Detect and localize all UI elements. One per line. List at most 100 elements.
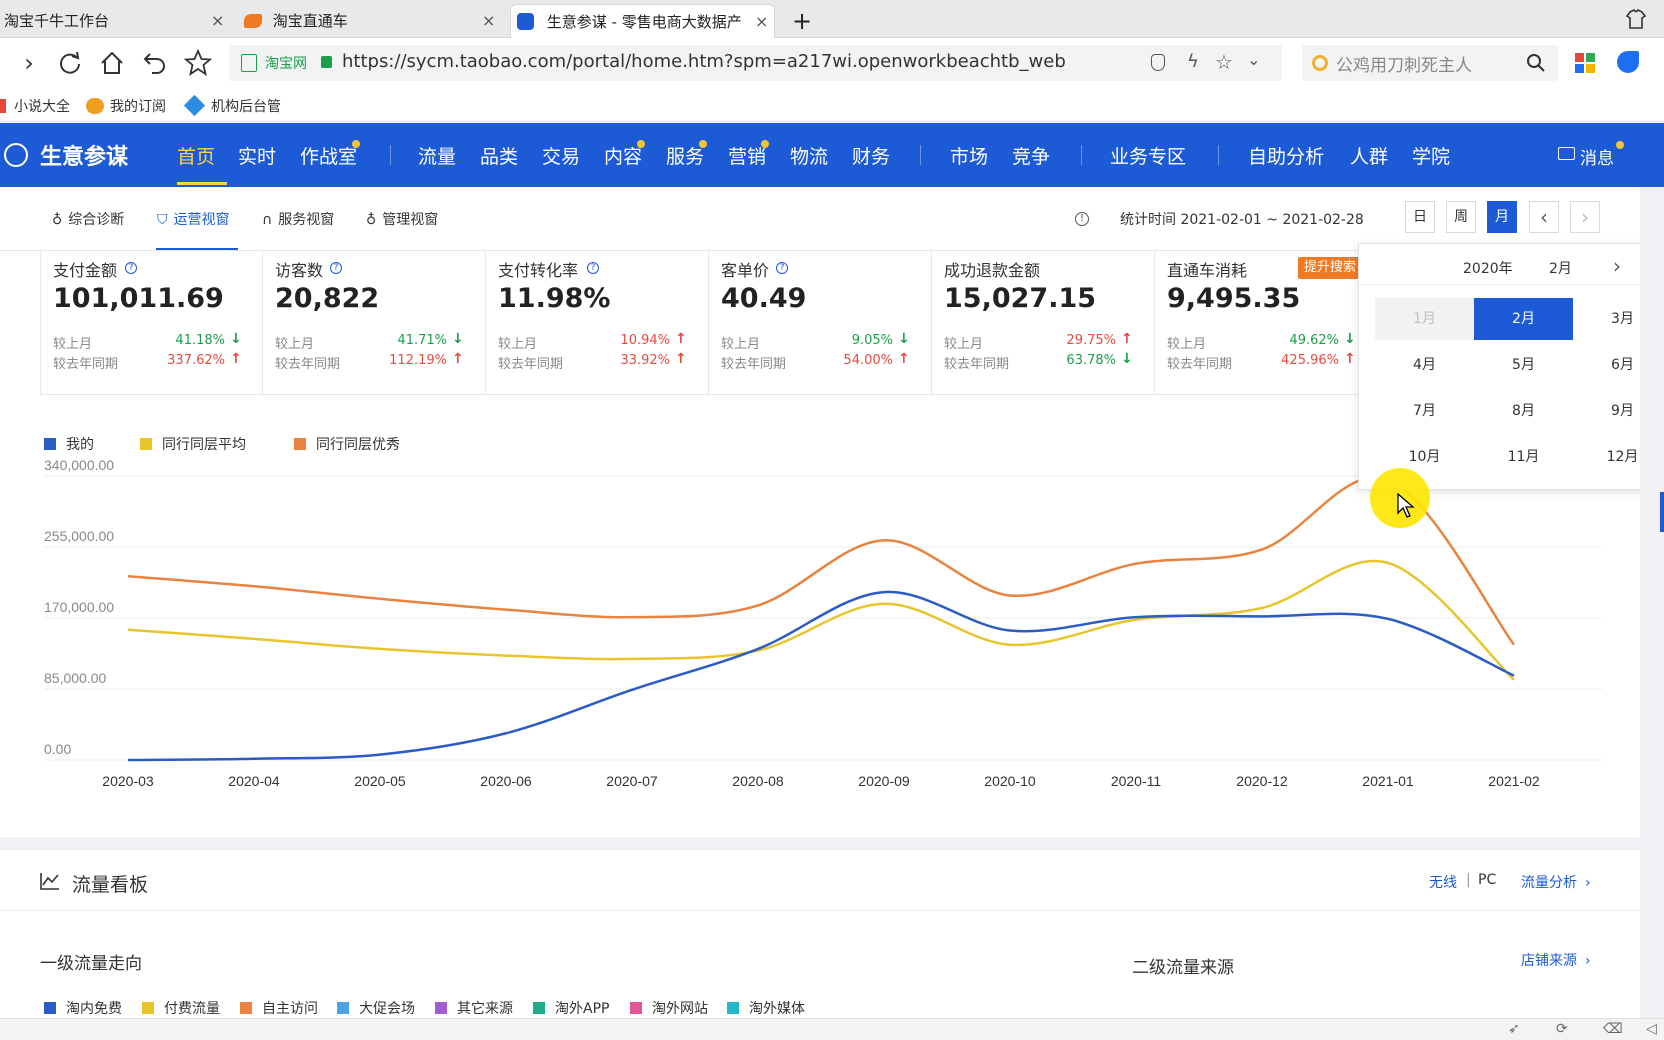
prev-period-button[interactable]: ‹: [1529, 201, 1559, 233]
legend-item-peer-avg[interactable]: 同行同层平均: [140, 434, 246, 454]
legend-item-peer-top[interactable]: 同行同层优秀: [294, 434, 400, 454]
tab-sycm[interactable]: 生意参谋 - 零售电商大数据产 ×: [510, 4, 775, 38]
month-button[interactable]: 月: [1487, 201, 1517, 233]
tab-diagnosis[interactable]: ♁ 综合诊断: [52, 209, 124, 229]
next-period-button[interactable]: ›: [1570, 201, 1600, 233]
month-cell[interactable]: 11月: [1474, 436, 1573, 478]
nav-logistics[interactable]: 物流: [790, 142, 828, 169]
home-icon[interactable]: [99, 50, 125, 76]
flow-legend-item[interactable]: 其它来源: [435, 998, 513, 1018]
extension-icon[interactable]: [1617, 51, 1639, 73]
tab-qianniu[interactable]: 淘宝千牛工作台 ×: [4, 4, 224, 38]
legend-item-mine[interactable]: 我的: [44, 434, 94, 454]
series-line[interactable]: [127, 559, 1515, 681]
nav-category[interactable]: 品类: [480, 142, 518, 169]
flow-legend-item[interactable]: 淘外媒体: [727, 998, 805, 1018]
undo-icon[interactable]: [142, 50, 168, 76]
pc-toggle[interactable]: PC: [1478, 872, 1496, 888]
nav-competition[interactable]: 竞争: [1012, 142, 1050, 169]
url-box[interactable]: 淘宝网 https://sycm.taobao.com/portal/home.…: [229, 45, 1282, 81]
search-icon[interactable]: [1526, 53, 1546, 73]
kpi-card[interactable]: 支付金额? 101,011.69 较上月 较去年同期 41.18% 337.62% ↓ ↑: [40, 251, 263, 395]
help-icon[interactable]: ?: [125, 262, 137, 274]
rocket-icon[interactable]: ➶: [1508, 1021, 1520, 1037]
month-cell[interactable]: 7月: [1375, 390, 1474, 432]
month-cell[interactable]: 5月: [1474, 344, 1573, 386]
flow-legend-item[interactable]: 淘外APP: [533, 998, 609, 1018]
star-icon[interactable]: [184, 49, 212, 77]
month-cell[interactable]: 2月: [1474, 298, 1573, 340]
refresh-badge-icon[interactable]: ⟳: [1556, 1021, 1568, 1037]
chevron-down-icon[interactable]: ⌄: [1247, 50, 1260, 69]
nav-audience[interactable]: 人群: [1350, 142, 1388, 169]
brand-name[interactable]: 生意参谋: [40, 139, 128, 171]
trash-icon[interactable]: ⌫: [1603, 1021, 1623, 1037]
series-line[interactable]: [127, 590, 1515, 762]
flow-legend-item[interactable]: 自主访问: [240, 998, 318, 1018]
picker-next-button[interactable]: ›: [1613, 254, 1621, 278]
shop-source-link[interactable]: 店铺来源 ›: [1521, 950, 1591, 970]
shield-icon[interactable]: [1151, 54, 1165, 71]
help-icon[interactable]: ?: [776, 262, 788, 274]
url-text[interactable]: https://sycm.taobao.com/portal/home.htm?…: [342, 51, 1066, 72]
nav-marketing[interactable]: 营销: [728, 142, 766, 169]
picker-year[interactable]: 2020年: [1463, 258, 1513, 278]
flow-legend-item[interactable]: 淘外网站: [630, 998, 708, 1018]
close-icon[interactable]: ×: [755, 5, 768, 39]
message-link[interactable]: 消息: [1580, 144, 1614, 169]
nav-business-zone[interactable]: 业务专区: [1110, 142, 1186, 169]
flow-legend-item[interactable]: 淘内免费: [44, 998, 122, 1018]
forward-icon[interactable]: ›: [14, 48, 44, 78]
week-button[interactable]: 周: [1446, 201, 1476, 233]
month-cell[interactable]: 8月: [1474, 390, 1573, 432]
info-icon[interactable]: !: [1075, 212, 1089, 226]
picker-month[interactable]: 2月: [1549, 258, 1572, 278]
kpi-card[interactable]: 支付转化率? 11.98% 较上月 较去年同期 10.94% 33.92% ↑ ↑: [486, 251, 709, 395]
day-button[interactable]: 日: [1405, 201, 1435, 233]
nav-realtime[interactable]: 实时: [238, 142, 276, 169]
search-box[interactable]: 公鸡用刀刺死主人: [1302, 45, 1558, 81]
tab-operations[interactable]: ⛉ 运营视窗: [157, 209, 230, 229]
flow-legend-item[interactable]: 付费流量: [142, 998, 220, 1018]
nav-home[interactable]: 首页: [177, 142, 215, 169]
bookmark-org-admin[interactable]: 机构后台管: [183, 94, 281, 117]
tab-management-view[interactable]: ♁ 管理视窗: [366, 209, 438, 229]
shirt-icon[interactable]: [1626, 9, 1646, 29]
wireless-toggle[interactable]: 无线: [1429, 872, 1457, 892]
nav-service[interactable]: 服务: [666, 142, 704, 169]
kpi-card[interactable]: 直通车消耗 提升搜索 9,495.35 较上月 较去年同期 49.62% 425.96% ↓ ↑: [1155, 251, 1378, 395]
search-input[interactable]: 公鸡用刀刺死主人: [1336, 51, 1472, 76]
new-tab-button[interactable]: +: [792, 4, 816, 38]
nav-trade[interactable]: 交易: [542, 142, 580, 169]
apps-icon[interactable]: [1575, 53, 1595, 73]
bookmark-subscription[interactable]: 我的订阅: [86, 96, 166, 116]
nav-finance[interactable]: 财务: [852, 142, 890, 169]
tab-ztc[interactable]: 淘宝直通车 ×: [244, 4, 496, 38]
kpi-card[interactable]: 访客数? 20,822 较上月 较去年同期 41.71% 112.19% ↓ ↑: [263, 251, 486, 395]
kpi-card[interactable]: 成功退款金额 15,027.15 较上月 较去年同期 29.75% 63.78% ↑ ↓: [932, 251, 1155, 395]
nav-content[interactable]: 内容: [604, 142, 642, 169]
traffic-analysis-link[interactable]: 流量分析 ›: [1521, 872, 1591, 892]
reload-icon[interactable]: [57, 50, 83, 76]
help-icon[interactable]: ?: [587, 262, 599, 274]
help-icon[interactable]: ?: [330, 262, 342, 274]
nav-market[interactable]: 市场: [950, 142, 988, 169]
nav-warroom[interactable]: 作战室: [300, 142, 357, 169]
close-icon[interactable]: ×: [211, 4, 224, 38]
lightning-icon[interactable]: ϟ: [1187, 51, 1199, 72]
scrollbar-thumb[interactable]: [1660, 492, 1664, 532]
flow-legend-item[interactable]: 大促会场: [337, 998, 415, 1018]
kpi-card[interactable]: 客单价? 40.49 较上月 较去年同期 9.05% 54.00% ↓ ↑: [709, 251, 932, 395]
month-cell[interactable]: 4月: [1375, 344, 1474, 386]
mail-icon[interactable]: [1558, 147, 1575, 160]
close-icon[interactable]: ×: [482, 4, 495, 38]
bookmark-xiaoshuo[interactable]: 小说大全: [0, 96, 70, 116]
month-cell[interactable]: 1月: [1375, 298, 1474, 340]
favorite-icon[interactable]: ☆: [1215, 50, 1233, 74]
speaker-icon[interactable]: ◁: [1646, 1021, 1657, 1037]
tab-service-view[interactable]: ∩ 服务视窗: [262, 209, 334, 229]
nav-traffic[interactable]: 流量: [418, 142, 456, 169]
series-line[interactable]: [127, 475, 1515, 646]
nav-academy[interactable]: 学院: [1412, 142, 1450, 169]
nav-self-analysis[interactable]: 自助分析: [1248, 142, 1324, 169]
